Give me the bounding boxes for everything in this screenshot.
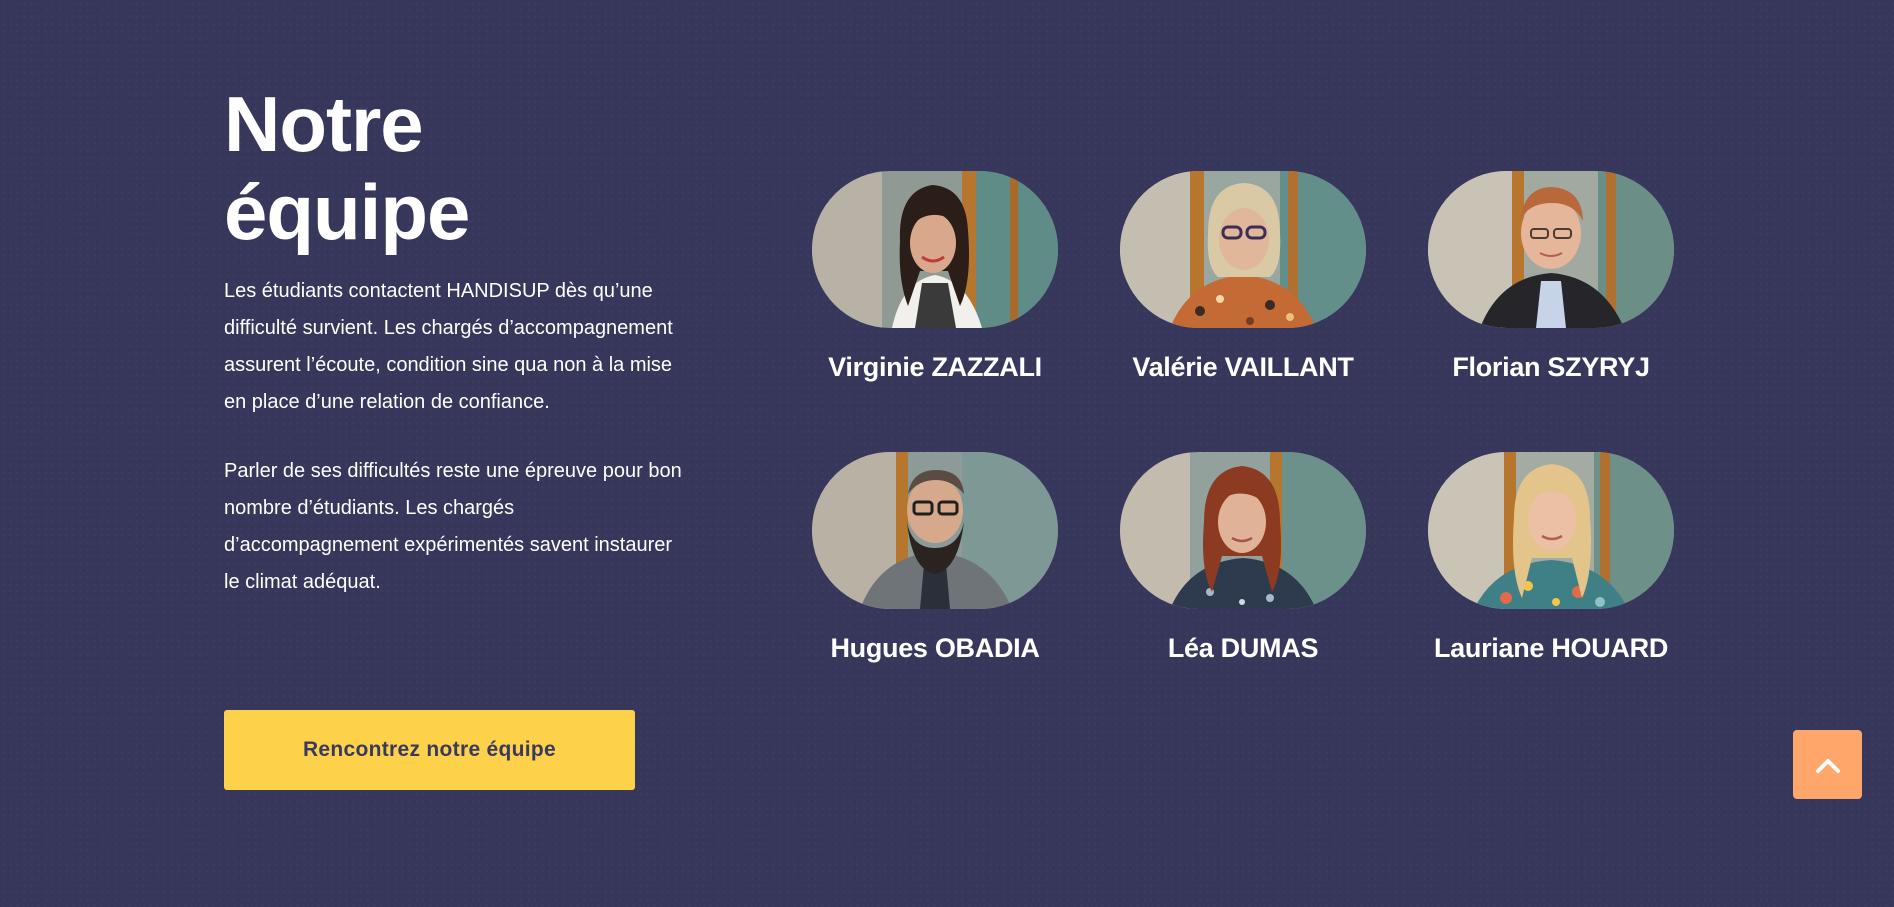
- member-photo: [1428, 171, 1674, 328]
- member-name: Hugues OBADIA: [830, 633, 1040, 663]
- member-photo: [1120, 452, 1366, 609]
- member-photo: [812, 171, 1058, 328]
- member-name: Léa DUMAS: [1167, 633, 1319, 663]
- scroll-to-top-button[interactable]: [1793, 730, 1862, 799]
- member-name: Florian SZYRYJ: [1452, 352, 1650, 382]
- team-member-card[interactable]: Hugues OBADIA: [812, 452, 1058, 664]
- intro-paragraph: Les étudiants contactent HANDISUP dès qu…: [224, 280, 673, 413]
- member-photo: [1120, 171, 1366, 328]
- chevron-up-icon: [1815, 758, 1840, 773]
- section-title: Notre équipe: [224, 80, 470, 256]
- member-name: Virginie ZAZZALI: [828, 352, 1042, 382]
- member-name: Valérie VAILLANT: [1132, 352, 1354, 382]
- team-member-card[interactable]: Lauriane HOUARD: [1428, 452, 1674, 664]
- member-photo: [812, 452, 1058, 609]
- meet-team-button[interactable]: Rencontrez notre équipe: [224, 710, 635, 790]
- intro-paragraph: Parler de ses difficultés reste une épre…: [224, 460, 682, 593]
- intro-column: Notre équipe Les étudiants contactent HA…: [224, 80, 684, 601]
- team-member-card[interactable]: Léa DUMAS: [1120, 452, 1366, 664]
- team-section: Notre équipe Les étudiants contactent HA…: [0, 0, 1894, 907]
- team-member-card[interactable]: Valérie VAILLANT: [1120, 171, 1366, 383]
- team-member-card[interactable]: Florian SZYRYJ: [1428, 171, 1674, 383]
- team-member-card[interactable]: Virginie ZAZZALI: [812, 171, 1058, 383]
- member-name: Lauriane HOUARD: [1433, 633, 1669, 663]
- member-photo: [1428, 452, 1674, 609]
